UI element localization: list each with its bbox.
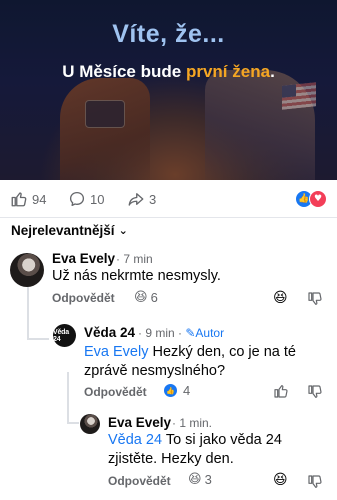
reaction-summary[interactable]: 👍 ♥ — [295, 190, 327, 208]
comment-author[interactable]: Věda 24 — [84, 325, 135, 340]
comment-icon — [69, 191, 85, 207]
share-button[interactable]: 3 — [127, 190, 156, 208]
comment-text: Věda 24 To si jako věda 24 zjistěte. Hez… — [108, 432, 282, 467]
thread-line — [27, 285, 29, 340]
comment-author[interactable]: Eva Evely — [108, 415, 171, 430]
sort-label: Nejrelevantnější — [11, 223, 115, 238]
avatar[interactable] — [80, 414, 100, 434]
comment-text: Eva Evely Hezký den, co je na té zprávě … — [84, 344, 296, 379]
divider — [0, 217, 337, 218]
reply-button[interactable]: Odpovědět — [108, 474, 171, 488]
thumbs-up-icon — [11, 192, 27, 207]
avatar[interactable]: Věda 24 — [53, 324, 76, 347]
mention-link[interactable]: Eva Evely — [84, 344, 148, 360]
comment-meta: · 9 min · ✎Autor — [138, 326, 224, 340]
comment-time: · 7 min — [116, 252, 153, 266]
post-image[interactable]: Víte, že... U Měsíce bude první žena. — [0, 0, 337, 180]
thumbs-down-icon[interactable] — [307, 291, 323, 307]
comment-text: Už nás nekrmte nesmysly. — [52, 268, 221, 284]
laugh-reaction-icon: 😆 — [188, 472, 202, 487]
comment-author[interactable]: Eva Evely — [52, 251, 115, 266]
flag-patch — [282, 82, 316, 110]
avatar[interactable] — [10, 253, 44, 287]
thumbs-up-icon[interactable] — [273, 383, 289, 399]
reaction-count: 3 — [204, 472, 212, 487]
thumbs-down-icon[interactable] — [307, 384, 323, 400]
like-reaction-icon: 👍 — [163, 383, 178, 398]
laugh-react-icon[interactable]: 😆 — [273, 472, 289, 488]
reply-button[interactable]: Odpovědět — [84, 385, 147, 399]
comment-reactions[interactable]: 😆 6 — [134, 290, 158, 305]
thread-line — [67, 422, 79, 424]
image-subheadline: U Měsíce bude první žena. — [62, 62, 275, 81]
laugh-react-icon[interactable]: 😆 — [273, 290, 289, 306]
highlighted-text: první žena — [185, 62, 271, 81]
mention-link[interactable]: Věda 24 — [108, 432, 162, 448]
astronaut-suit — [60, 78, 150, 180]
share-count: 3 — [149, 191, 157, 207]
chevron-down-icon: ⌄ — [118, 224, 128, 237]
comment-button[interactable]: 10 — [68, 190, 104, 208]
comment-reactions[interactable]: 😆 3 — [188, 472, 212, 487]
thread-line — [27, 338, 49, 340]
pencil-icon: ✎ — [185, 326, 196, 340]
laugh-reaction-icon: 😆 — [134, 290, 148, 305]
image-headline: Víte, že... — [112, 20, 225, 48]
thumbs-down-icon[interactable] — [307, 474, 323, 490]
author-badge: ✎Autor — [185, 326, 225, 340]
comment-reactions[interactable]: 👍 4 — [163, 383, 190, 398]
reply-button[interactable]: Odpovědět — [52, 291, 115, 305]
comment-count: 10 — [90, 191, 105, 207]
comment-time: · 1 min. — [172, 416, 213, 430]
thread-line — [67, 372, 69, 424]
share-icon — [128, 193, 144, 206]
love-reaction-icon: ♥ — [309, 190, 327, 208]
like-count: 94 — [32, 191, 47, 207]
comment-sort-dropdown[interactable]: Nejrelevantnější ⌄ — [11, 223, 128, 238]
reaction-count: 4 — [183, 383, 191, 398]
like-button[interactable]: 94 — [10, 190, 46, 208]
reaction-count: 6 — [150, 290, 158, 305]
comment-time: · 9 min · — [138, 326, 183, 340]
mission-patch — [85, 100, 125, 128]
